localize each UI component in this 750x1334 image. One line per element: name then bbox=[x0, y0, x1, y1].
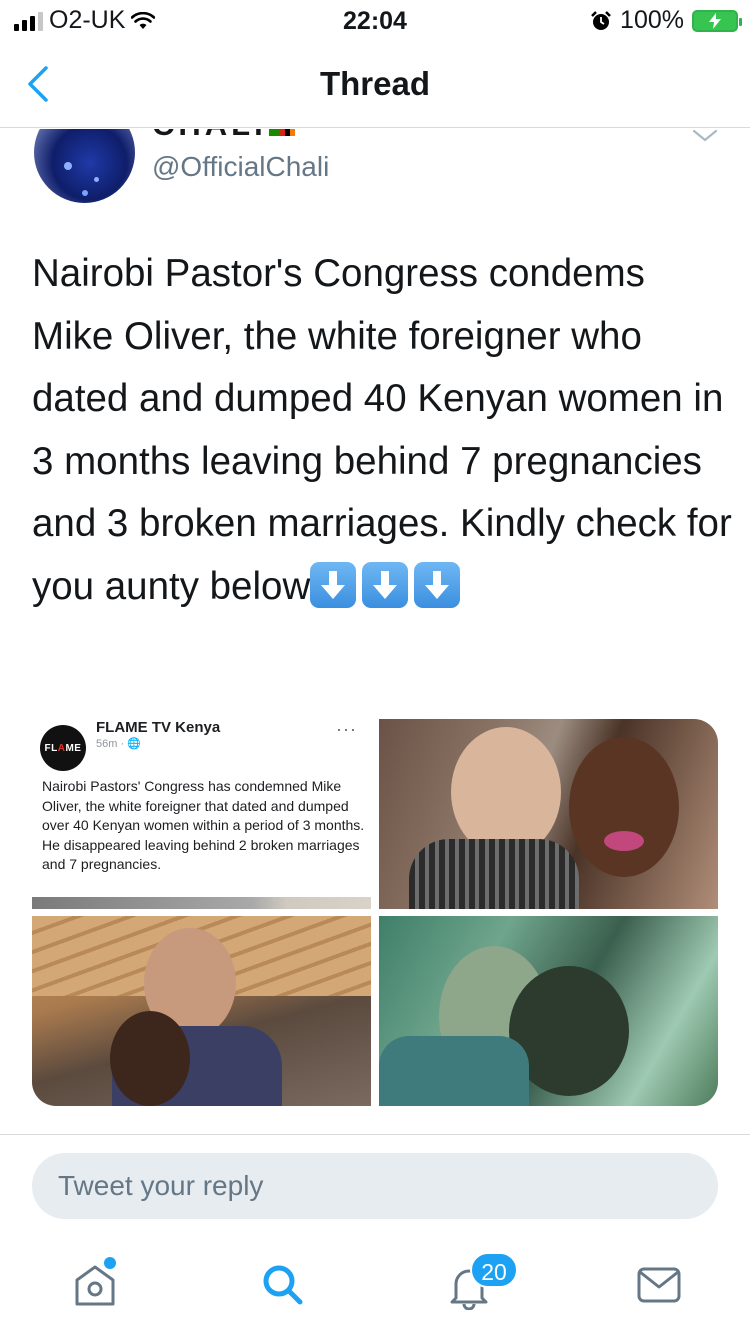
media-post-screenshot[interactable]: FL A ME FLAME TV Kenya 56m · 🌐 ··· Nairobi… bbox=[32, 719, 371, 909]
post-text: Nairobi Pastors' Congress has condemned … bbox=[42, 778, 365, 872]
down-arrow-emoji bbox=[362, 561, 409, 608]
tweet-body: Nairobi Pastor's Congress condems Mike O… bbox=[32, 252, 732, 608]
zambia-flag-icon bbox=[268, 129, 295, 136]
flame-tv-logo: FL A ME bbox=[40, 725, 86, 771]
photo-lips bbox=[604, 831, 644, 851]
post-image-strip bbox=[32, 897, 371, 909]
post-meta: 56m · 🌐 bbox=[96, 738, 141, 750]
logo-text-b: A bbox=[57, 742, 66, 754]
search-icon[interactable] bbox=[258, 1260, 308, 1310]
media-photo-couple[interactable] bbox=[32, 916, 371, 1106]
chevron-down-icon[interactable] bbox=[692, 129, 718, 143]
photo-face bbox=[569, 737, 679, 877]
photo-face bbox=[451, 727, 561, 857]
post-page-name: FLAME TV Kenya bbox=[96, 719, 221, 736]
photo-shirt bbox=[379, 1036, 529, 1106]
battery-icon bbox=[692, 9, 742, 32]
photo-face bbox=[110, 1011, 190, 1106]
tab-bar: 20 bbox=[0, 1240, 750, 1334]
page-title: Thread bbox=[319, 65, 431, 102]
reply-input[interactable]: Tweet your reply bbox=[32, 1153, 718, 1219]
media-photo-kiss[interactable] bbox=[379, 916, 718, 1106]
display-name-text: CHALI bbox=[152, 129, 267, 142]
down-arrow-emoji bbox=[310, 561, 357, 608]
tweet-text: Nairobi Pastor's Congress condems Mike O… bbox=[32, 243, 732, 618]
photo-shirt bbox=[409, 839, 579, 909]
user-handle[interactable]: @OfficialChali bbox=[152, 151, 329, 183]
logo-text-a: FL bbox=[44, 742, 58, 754]
reply-placeholder: Tweet your reply bbox=[58, 1170, 264, 1201]
more-icon: ··· bbox=[336, 719, 357, 739]
display-name[interactable]: CHALI bbox=[152, 129, 295, 143]
tweet-author: CHALI @OfficialChali bbox=[0, 129, 750, 219]
media-photo-selfie[interactable] bbox=[379, 719, 718, 909]
divider bbox=[0, 1134, 750, 1135]
navigation-bar: Thread bbox=[0, 40, 750, 128]
messages-icon[interactable] bbox=[634, 1260, 684, 1310]
status-bar: O2-UK 22:04 100% bbox=[0, 0, 750, 40]
alarm-icon bbox=[591, 10, 611, 30]
logo-text-c: ME bbox=[65, 742, 82, 754]
notification-badge: 20 bbox=[470, 1252, 518, 1288]
down-arrow-emoji bbox=[414, 561, 461, 608]
avatar[interactable] bbox=[34, 129, 135, 203]
media-grid[interactable]: FL A ME FLAME TV Kenya 56m · 🌐 ··· Nairobi… bbox=[32, 719, 718, 1106]
new-content-dot bbox=[104, 1257, 116, 1269]
battery-percent: 100% bbox=[620, 6, 684, 34]
status-right: 100% bbox=[590, 6, 742, 35]
